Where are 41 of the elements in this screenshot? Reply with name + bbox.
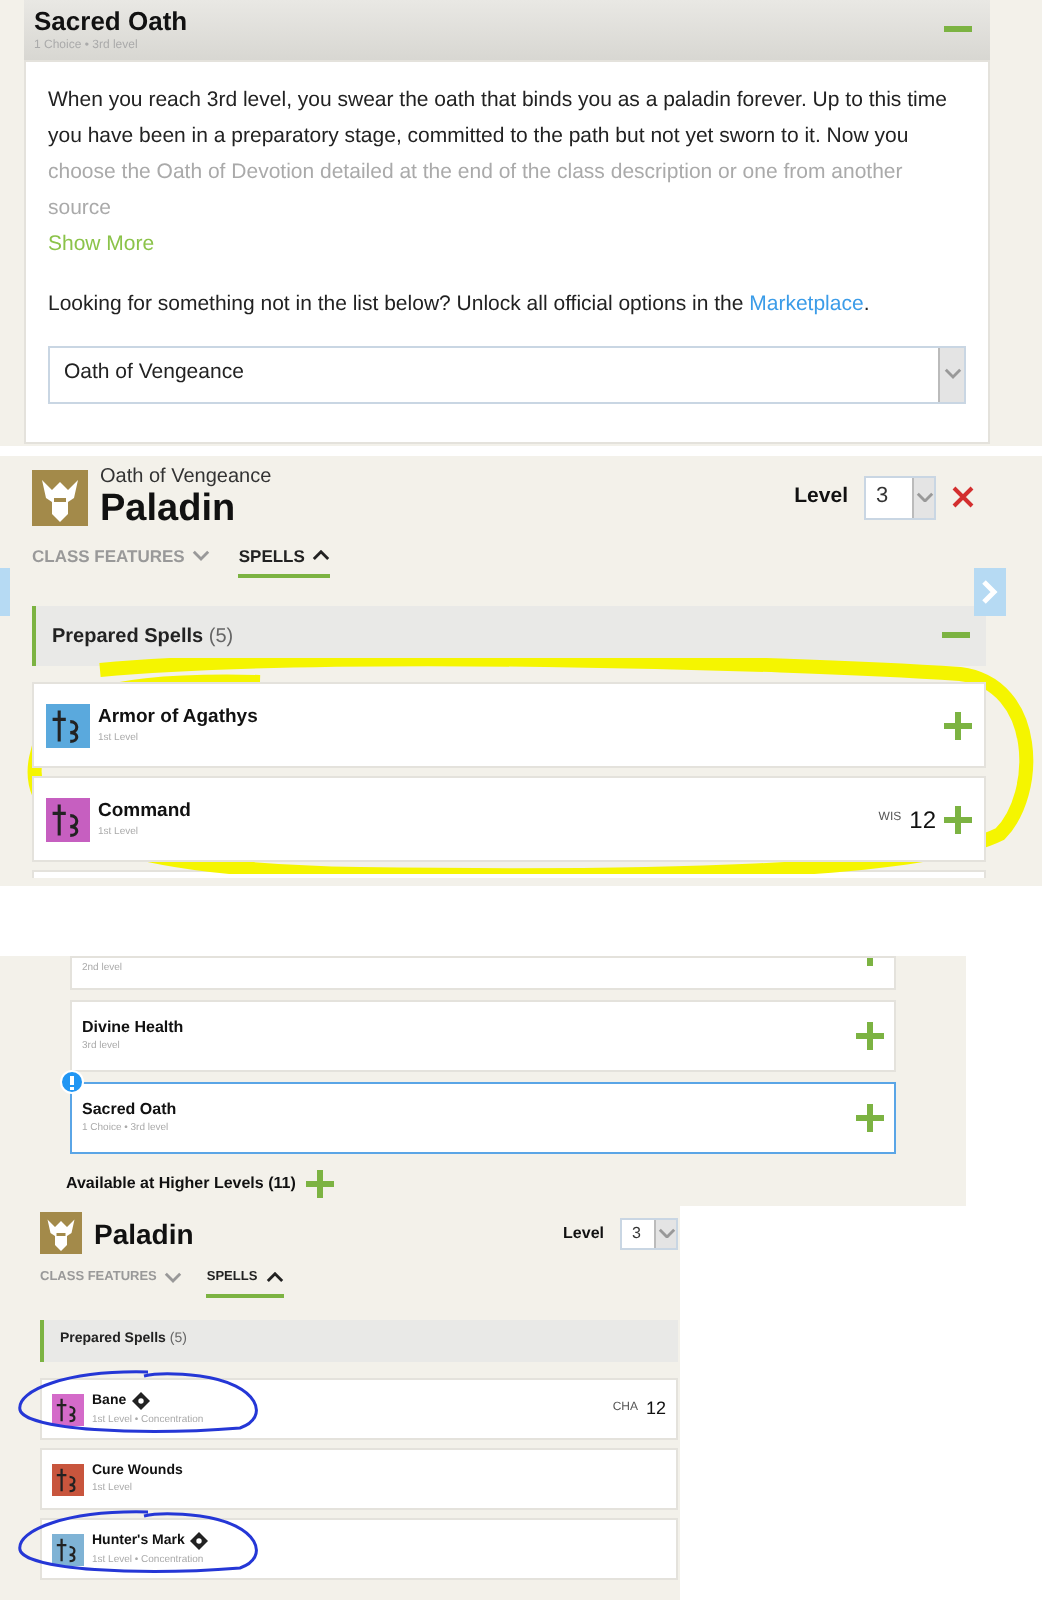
plus-icon[interactable] <box>944 711 972 740</box>
close-icon[interactable] <box>952 486 974 509</box>
chevron-down-icon <box>915 491 933 503</box>
feature-description: When you reach 3rd level, you swear the oath that binds you as a paladin forever. Up to this time you have been in a preparatory stage, committed to the path but not yet sworn to it. Now you choose the Oath of Devotion detailed at the end of the class description or one from another source <box>48 86 949 224</box>
plus-icon[interactable] <box>856 1104 884 1133</box>
section-title: Prepared Spells (5) <box>52 623 234 652</box>
plus-icon[interactable] <box>944 805 972 834</box>
helmet-emblem-icon <box>40 1212 82 1255</box>
feature-name: Sacred Oath <box>82 1102 177 1119</box>
spell-score: 12 <box>645 1395 666 1422</box>
class-name: Paladin <box>94 1220 194 1249</box>
marketplace-notice: Looking for something not in the list below? Unlock all official options in the Marketplace. <box>48 289 872 320</box>
concentration-icon <box>132 1392 151 1410</box>
collapse-icon[interactable] <box>944 26 972 34</box>
next-button[interactable] <box>974 567 1006 616</box>
chevron-up-icon <box>312 550 331 562</box>
concentration-icon <box>190 1532 209 1550</box>
oath-select[interactable]: Oath of Vengeance <box>48 345 966 403</box>
spell-name: Armor of Agathys <box>98 708 258 728</box>
plus-icon[interactable] <box>305 1170 334 1199</box>
chevron-down-icon <box>657 1228 675 1239</box>
feature-title: Sacred Oath <box>34 8 188 34</box>
spell-score: 12 <box>909 803 936 838</box>
collapse-icon[interactable] <box>942 632 970 641</box>
subclass-name: Oath of Vengeance <box>100 467 272 488</box>
section-tab[interactable]: SPELLS <box>238 543 331 579</box>
helmet-emblem-icon <box>32 469 88 526</box>
higher-levels-title: Available at Higher Levels (11) <box>66 1172 296 1197</box>
class-name: Paladin <box>100 489 238 528</box>
chevron-down-icon <box>943 368 961 380</box>
chevron-down-icon <box>192 550 211 562</box>
level-select[interactable]: 3 <box>620 1217 678 1250</box>
level-label: Level <box>794 481 848 512</box>
plus-icon[interactable] <box>856 1022 884 1051</box>
level-label: Level <box>563 1221 604 1246</box>
spell-name: Command <box>98 802 191 822</box>
feature-name: Divine Health <box>82 1020 184 1037</box>
chevron-down-icon <box>164 1272 183 1284</box>
level-select[interactable]: 3 <box>864 475 936 520</box>
chevron-right-icon <box>982 579 998 604</box>
chevron-up-icon <box>265 1272 284 1284</box>
